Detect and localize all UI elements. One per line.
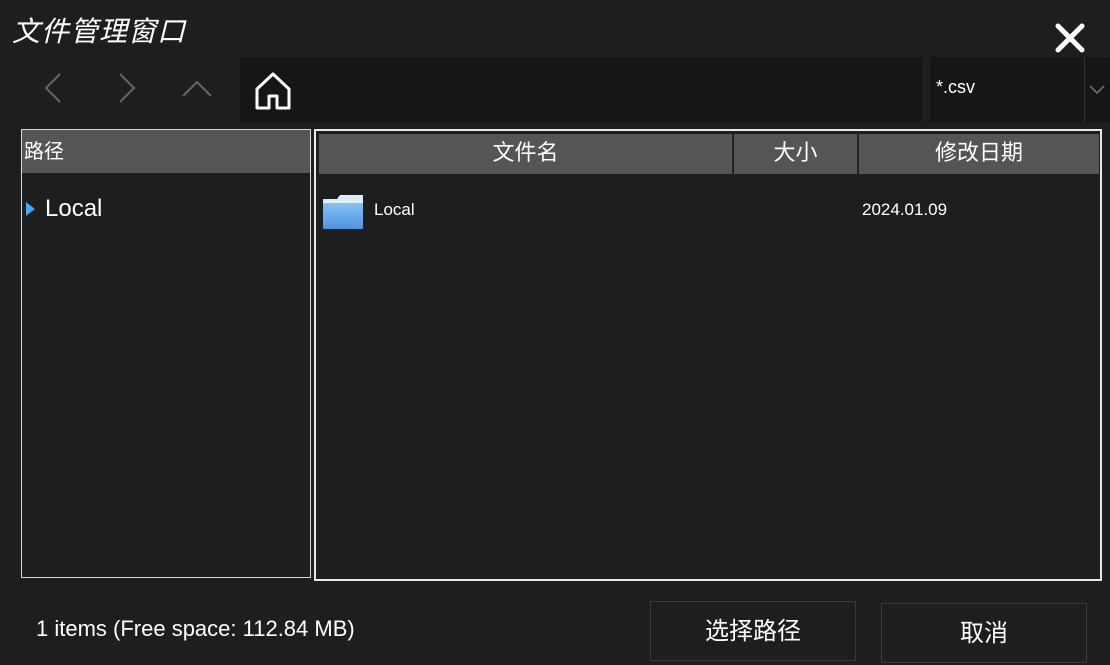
- address-bar[interactable]: [240, 57, 922, 122]
- cancel-button[interactable]: 取消: [881, 603, 1087, 663]
- filter-divider: [1084, 57, 1085, 122]
- tree-item-label: Local: [45, 195, 103, 222]
- file-type-filter[interactable]: *.csv: [930, 57, 1110, 122]
- window-title: 文件管理窗口: [12, 15, 187, 48]
- file-list-pane: 文件名 大小 修改日期 Local 2024.01.09: [314, 129, 1102, 581]
- close-icon: [1055, 23, 1085, 53]
- path-tree-pane: 路径 Local: [21, 129, 311, 578]
- file-modified-date: 2024.01.09: [862, 200, 948, 219]
- home-button[interactable]: [248, 68, 298, 114]
- file-name: Local: [374, 200, 415, 219]
- back-button[interactable]: [30, 64, 80, 112]
- file-type-filter-value: *.csv: [936, 77, 976, 97]
- path-tree-header: 路径: [22, 130, 310, 173]
- chevron-right-icon: [119, 73, 136, 103]
- file-row[interactable]: Local 2024.01.09: [322, 189, 1092, 233]
- up-button[interactable]: [172, 64, 222, 112]
- chevron-left-icon: [44, 73, 61, 103]
- folder-icon: [323, 195, 363, 229]
- close-button[interactable]: [1050, 18, 1090, 58]
- select-path-button[interactable]: 选择路径: [650, 601, 856, 661]
- tree-item-local[interactable]: Local: [26, 194, 102, 224]
- home-icon: [255, 72, 291, 110]
- status-text: 1 items (Free space: 112.84 MB): [36, 616, 355, 641]
- chevron-up-icon: [182, 80, 212, 97]
- column-header-size[interactable]: 大小: [734, 134, 858, 174]
- chevron-down-icon[interactable]: [1087, 81, 1107, 97]
- column-header-name[interactable]: 文件名: [319, 134, 733, 174]
- forward-button[interactable]: [100, 64, 150, 112]
- triangle-right-icon[interactable]: [26, 202, 35, 216]
- column-header-modified[interactable]: 修改日期: [859, 134, 1099, 174]
